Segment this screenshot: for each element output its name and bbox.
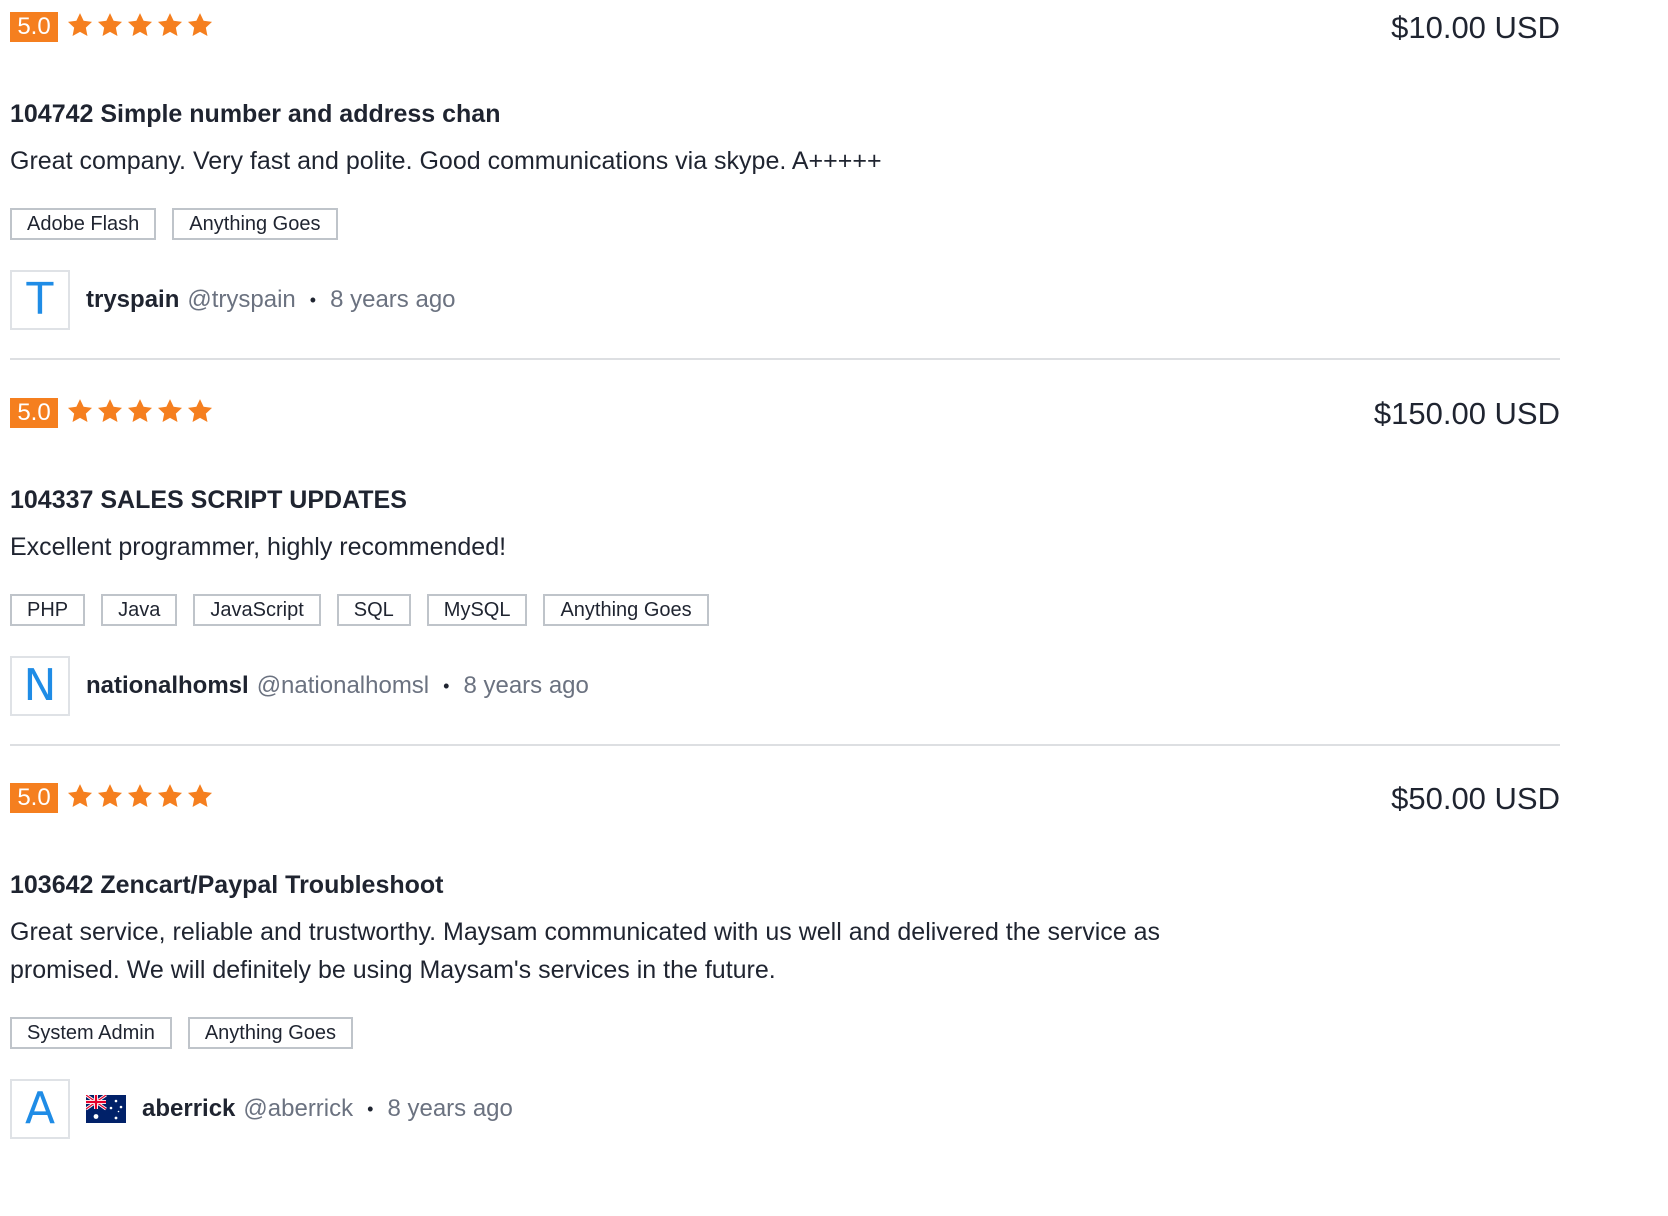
- skill-tag[interactable]: SQL: [336, 594, 411, 626]
- avatar[interactable]: A: [10, 1079, 70, 1139]
- skill-tag[interactable]: PHP: [10, 594, 86, 626]
- separator-dot: •: [309, 289, 317, 310]
- avatar[interactable]: T: [10, 270, 70, 330]
- skill-tag[interactable]: Anything Goes: [543, 594, 709, 626]
- star-icon: [97, 13, 123, 36]
- project-price: $10.00 USD: [1391, 10, 1560, 45]
- australia-flag-icon: [86, 1095, 126, 1123]
- star-icon: [127, 399, 153, 422]
- star-rating: [66, 781, 214, 811]
- star-icon: [97, 399, 123, 422]
- reviewer-handle: @aberrick: [243, 1095, 354, 1122]
- project-title[interactable]: 103642 Zencart/Paypal Troubleshoot: [10, 869, 444, 901]
- star-icon: [157, 784, 183, 807]
- star-icon: [67, 399, 93, 422]
- star-icon: [127, 13, 153, 36]
- reviewer-username[interactable]: aberrick: [142, 1095, 235, 1123]
- star-icon: [157, 399, 183, 422]
- reviewer: T tryspain @tryspain • 8 years ago: [10, 270, 456, 330]
- project-price: $150.00 USD: [1373, 396, 1560, 431]
- reviewer-handle: @tryspain: [187, 286, 296, 313]
- skill-tags: Adobe Flash Anything Goes: [10, 208, 338, 240]
- rating-score-badge: 5.0: [10, 783, 58, 813]
- star-icon: [187, 13, 213, 36]
- reviewer-username[interactable]: tryspain: [86, 286, 179, 314]
- reviewer-handle: @nationalhomsl: [256, 672, 430, 699]
- star-icon: [67, 13, 93, 36]
- review-list: 5.0 $10.00 USD 104742 Simple number and …: [0, 0, 1668, 1216]
- skill-tag[interactable]: JavaScript: [193, 594, 321, 626]
- reviewer: A aberrick @aberrick • 8 years ago: [10, 1079, 513, 1139]
- review-item: 5.0 $10.00 USD 104742 Simple number and …: [10, 0, 1560, 330]
- review-time: 8 years ago: [387, 1095, 513, 1122]
- review-comment: Great service, reliable and trustworthy.…: [10, 918, 1161, 984]
- project-title[interactable]: 104337 SALES SCRIPT UPDATES: [10, 484, 407, 516]
- reviewer-username[interactable]: nationalhomsl: [86, 672, 249, 700]
- divider: [10, 358, 1560, 360]
- skill-tag[interactable]: Java: [101, 594, 178, 626]
- skill-tag[interactable]: Anything Goes: [187, 1017, 354, 1049]
- review-item: 5.0 $50.00 USD 103642 Zencart/Paypal Tro…: [10, 771, 1560, 1139]
- star-icon: [97, 784, 123, 807]
- skill-tag[interactable]: Adobe Flash: [10, 208, 157, 240]
- project-title[interactable]: 104742 Simple number and address chan: [10, 98, 500, 130]
- review-comment: Great company. Very fast and polite. Goo…: [10, 147, 882, 175]
- rating-row: 5.0 $10.00 USD: [10, 0, 1560, 56]
- skill-tag[interactable]: MySQL: [426, 594, 528, 626]
- star-rating: [66, 396, 214, 426]
- separator-dot: •: [443, 675, 450, 696]
- review-time: 8 years ago: [330, 286, 456, 313]
- star-icon: [187, 784, 213, 807]
- rating-row: 5.0 $150.00 USD: [10, 386, 1560, 442]
- star-rating: [66, 10, 214, 40]
- review-comment: Excellent programmer, highly recommended…: [10, 533, 507, 561]
- skill-tag[interactable]: Anything Goes: [172, 208, 338, 240]
- review-time: 8 years ago: [463, 672, 589, 699]
- avatar[interactable]: N: [10, 656, 70, 716]
- project-price: $50.00 USD: [1391, 781, 1560, 816]
- reviewer: N nationalhomsl @nationalhomsl • 8 years…: [10, 656, 589, 716]
- rating-row: 5.0 $50.00 USD: [10, 771, 1560, 827]
- star-icon: [67, 784, 93, 807]
- star-icon: [157, 13, 183, 36]
- rating-score-badge: 5.0: [10, 398, 58, 428]
- divider: [10, 744, 1560, 746]
- separator-dot: •: [367, 1098, 374, 1119]
- star-icon: [127, 784, 153, 807]
- rating-score-badge: 5.0: [10, 12, 58, 42]
- skill-tags: System Admin Anything Goes: [10, 1017, 354, 1049]
- star-icon: [187, 399, 213, 422]
- skill-tags: PHP Java JavaScript SQL MySQL Anything G…: [10, 594, 709, 626]
- review-item: 5.0 $150.00 USD 104337 SALES SCRIPT UPDA…: [10, 386, 1560, 716]
- skill-tag[interactable]: System Admin: [10, 1017, 172, 1049]
